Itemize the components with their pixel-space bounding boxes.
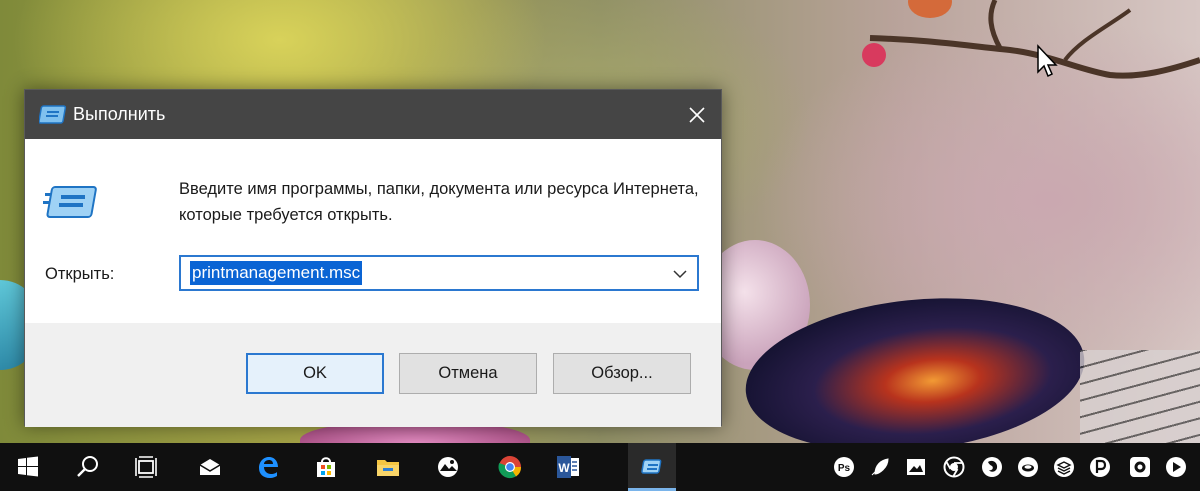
player-icon (1166, 457, 1186, 477)
p-app-icon (1090, 457, 1110, 477)
run-dialog: Выполнить Введите имя программы, папки, … (24, 89, 722, 427)
camera-icon (1130, 457, 1150, 477)
close-button[interactable] (673, 90, 721, 139)
file-explorer-icon (377, 460, 399, 476)
tray-image-viewer[interactable] (904, 455, 928, 479)
tray-photoshop[interactable]: Ps (832, 455, 856, 479)
edge-icon (259, 457, 278, 478)
taskbar-run[interactable] (628, 443, 676, 491)
taskbar-chrome[interactable] (486, 443, 534, 491)
cloud-icon (1018, 457, 1038, 477)
tray-camera[interactable] (1128, 455, 1152, 479)
tray-chromium[interactable] (942, 455, 966, 479)
dialog-title: Выполнить (73, 104, 166, 124)
dropdown-button[interactable] (669, 263, 691, 285)
tray-cloud[interactable] (1016, 455, 1040, 479)
cancel-button[interactable]: Отмена (399, 353, 537, 394)
run-icon (641, 459, 662, 474)
dialog-footer: OK Отмена Обзор... (25, 323, 721, 427)
chrome-icon (498, 456, 522, 479)
dialog-description: Введите имя программы, папки, документа … (179, 180, 699, 224)
start-button[interactable] (4, 443, 52, 491)
open-label: Открыть: (45, 265, 115, 283)
taskbar-edge[interactable] (244, 443, 292, 491)
dialog-titlebar[interactable]: Выполнить (25, 90, 721, 139)
image-viewer-icon (907, 459, 925, 475)
chromium-icon (943, 456, 965, 478)
taskbar-search-button[interactable] (64, 443, 112, 491)
word-icon: W (557, 456, 579, 478)
search-icon (77, 456, 98, 477)
start-icon (18, 456, 38, 477)
firefox-icon (982, 457, 1002, 477)
photoshop-icon: Ps (834, 457, 854, 477)
taskbar-mail[interactable] (186, 443, 234, 491)
browse-button[interactable]: Обзор... (553, 353, 691, 394)
mouse-cursor-icon (1037, 44, 1058, 78)
tray-p-app[interactable] (1088, 455, 1112, 479)
run-icon (39, 105, 67, 124)
wallpaper-basket-mesh (1080, 350, 1200, 445)
open-input[interactable]: printmanagement.msc (190, 261, 363, 285)
taskbar: W Ps (0, 443, 1200, 491)
open-combobox[interactable]: printmanagement.msc (179, 255, 699, 291)
run-large-icon (43, 186, 97, 218)
tray-player[interactable] (1164, 455, 1188, 479)
chevron-down-icon (673, 270, 687, 279)
close-icon (689, 106, 705, 123)
layers-icon (1054, 457, 1074, 477)
mail-icon (199, 459, 221, 475)
task-view-button[interactable] (122, 443, 170, 491)
store-icon (317, 457, 335, 477)
ok-button[interactable]: OK (246, 353, 384, 394)
taskbar-store[interactable] (302, 443, 350, 491)
svg-text:Ps: Ps (838, 463, 851, 474)
tray-feather[interactable] (868, 455, 892, 479)
tray-firefox[interactable] (980, 455, 1004, 479)
taskbar-word[interactable]: W (544, 443, 592, 491)
taskbar-file-explorer[interactable] (364, 443, 412, 491)
svg-text:W: W (558, 461, 570, 475)
photo-app-icon (438, 457, 458, 477)
task-view-icon (135, 456, 157, 478)
dialog-body: Введите имя программы, папки, документа … (25, 139, 721, 323)
taskbar-photo-app[interactable] (424, 443, 472, 491)
wallpaper-branch (862, 0, 1200, 79)
tray-layers[interactable] (1052, 455, 1076, 479)
feather-icon (871, 458, 889, 476)
